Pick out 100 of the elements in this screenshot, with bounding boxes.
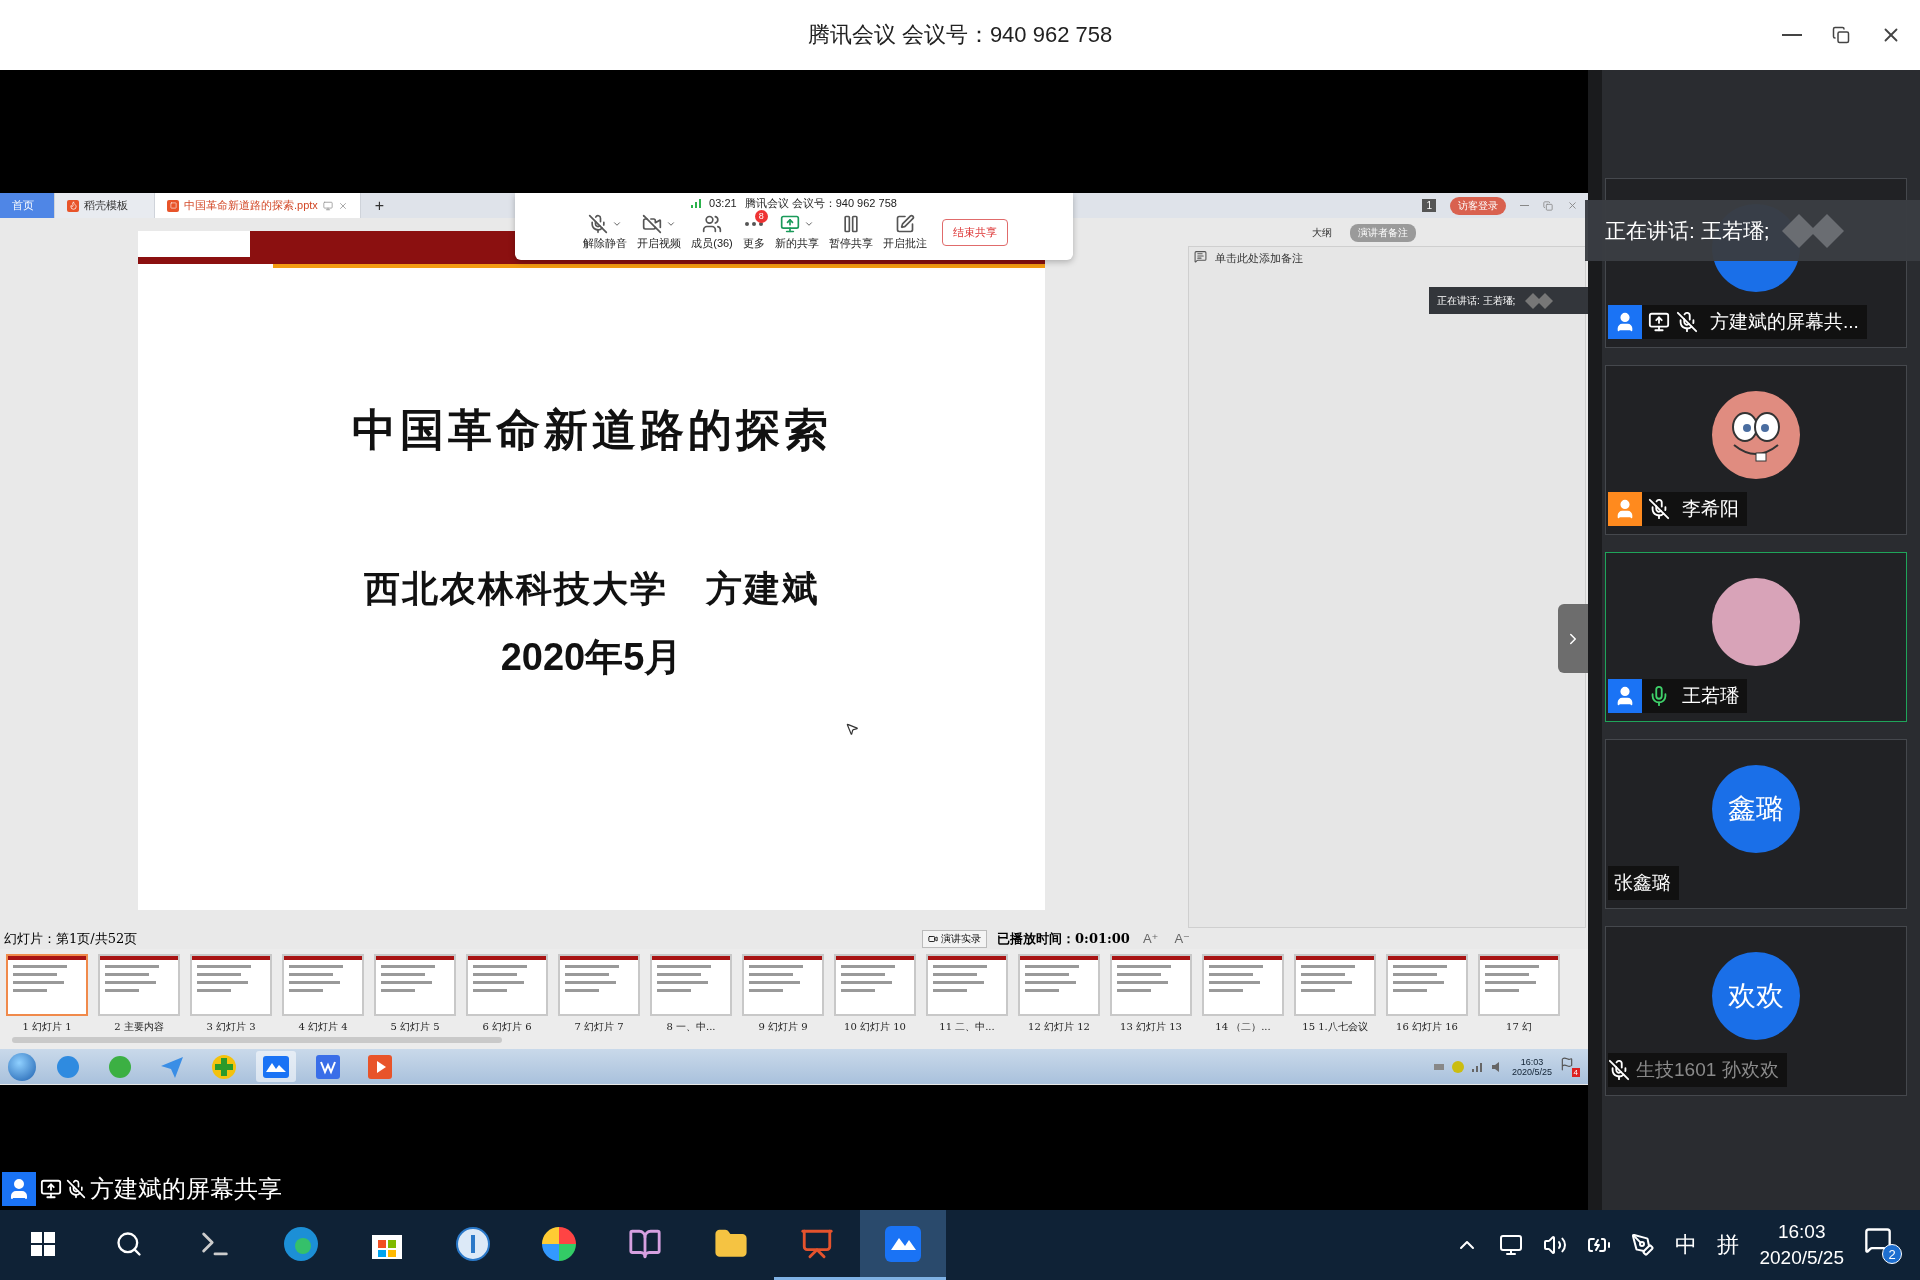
- toolbar-button[interactable]: 新的共享: [771, 213, 822, 251]
- close-icon: [337, 200, 348, 211]
- thumbnail-label: 10 幻灯片 10: [844, 1020, 906, 1034]
- participant-tile[interactable]: 鑫璐 张鑫璐: [1605, 739, 1907, 909]
- slide-thumbnail[interactable]: [98, 954, 180, 1016]
- user-badge-icon: [2, 1172, 36, 1206]
- slide-thumbnail[interactable]: [1018, 954, 1100, 1016]
- avatar-initials: 欢欢: [1728, 979, 1784, 1013]
- camera-off-icon: [642, 214, 663, 234]
- notes-tab[interactable]: 大纲: [1304, 224, 1340, 242]
- slide-thumbnail[interactable]: [374, 954, 456, 1016]
- flag-icon: [1560, 1056, 1574, 1071]
- toolbar-button[interactable]: 更多 8: [739, 213, 768, 251]
- people-icon: [702, 214, 722, 234]
- slide-thumbnail[interactable]: [650, 954, 732, 1016]
- elapsed-time: 已播放时间：0:01:00: [997, 929, 1130, 948]
- new-tab-button[interactable]: +: [360, 193, 399, 218]
- thumbnail-label: 9 幻灯片 9: [758, 1020, 808, 1034]
- slide-thumbnail[interactable]: [1386, 954, 1468, 1016]
- slide-thumbnail[interactable]: [742, 954, 824, 1016]
- network-icon[interactable]: [1499, 1233, 1524, 1257]
- slide-thumbnail[interactable]: [926, 954, 1008, 1016]
- slide-thumbnail[interactable]: [6, 954, 88, 1016]
- taskbar-app[interactable]: [860, 1210, 946, 1280]
- participant-tile[interactable]: 欢欢 生技1601 孙欢欢: [1605, 926, 1907, 1096]
- slide-title: 中国革命新道路的探索: [351, 403, 832, 457]
- diamond-icon: [1781, 213, 1846, 248]
- clock-time: 16:03: [1520, 1056, 1544, 1067]
- mic-muted-icon: [66, 1179, 86, 1199]
- record-button[interactable]: 演讲实录: [922, 929, 988, 948]
- end-share-button[interactable]: 结束共享: [941, 218, 1008, 246]
- thumbnail-label: 12 幻灯片 12: [1028, 1020, 1090, 1034]
- thumbnail-label: 16 幻灯片 16: [1396, 1020, 1458, 1034]
- thumbnail-label: 1 幻灯片 1: [22, 1020, 72, 1034]
- start-orb[interactable]: [8, 1052, 36, 1081]
- input-language[interactable]: 中: [1675, 1230, 1698, 1260]
- more-icon: [743, 221, 764, 227]
- pinwheel-icon: [541, 1225, 577, 1262]
- input-mode[interactable]: 拼: [1717, 1230, 1740, 1260]
- cursor-icon: [845, 722, 859, 736]
- toolbar-button[interactable]: 暂停共享: [825, 213, 876, 251]
- notifications-button[interactable]: 2: [1864, 1226, 1902, 1264]
- participant-tile[interactable]: 王若璠: [1605, 552, 1907, 722]
- action-center-button[interactable]: 4: [1560, 1056, 1580, 1077]
- thumbnail-label: 13 幻灯片 13: [1120, 1020, 1182, 1034]
- toolbar-button[interactable]: 开启视频: [634, 213, 685, 251]
- comment-icon: [1194, 250, 1207, 263]
- pen-icon[interactable]: [1631, 1233, 1656, 1257]
- meeting-info: 腾讯会议 会议号：940 962 758: [744, 195, 897, 211]
- participant-name: 李希阳: [1681, 497, 1739, 521]
- font-increase-button[interactable]: A⁺: [1139, 931, 1162, 946]
- minimize-icon: [1782, 34, 1802, 36]
- slide-thumbnail[interactable]: [558, 954, 640, 1016]
- document-tab[interactable]: 中国革命新道路的探索.pptx: [155, 193, 361, 218]
- signal-icon: [691, 198, 702, 208]
- slide-thumbnail[interactable]: [1294, 954, 1376, 1016]
- notification-count: 4: [1571, 1067, 1580, 1077]
- diamond-icon: [1525, 292, 1556, 309]
- document-tab[interactable]: 稻壳模板: [55, 193, 155, 218]
- document-tab[interactable]: 首页: [0, 193, 55, 218]
- toolbar-button[interactable]: 成员(36): [688, 213, 736, 251]
- speaking-text: 正在讲话: 王若璠;: [1605, 217, 1770, 244]
- expand-handle[interactable]: [1558, 604, 1588, 673]
- page-count: 1: [1422, 199, 1436, 212]
- meeting-app-icon[interactable]: [256, 1051, 296, 1082]
- thumbnail-label: 7 幻灯片 7: [574, 1020, 624, 1034]
- participant-name: 张鑫璐: [1613, 871, 1671, 895]
- screen-share-icon: [40, 1178, 62, 1200]
- camera-icon: [928, 933, 939, 944]
- flame-icon: [67, 199, 79, 212]
- slide-thumbnail[interactable]: [190, 954, 272, 1016]
- thumbnail-label: 3 幻灯片 3: [206, 1020, 256, 1034]
- number-badge-icon: [456, 1226, 490, 1261]
- thumbnail-label: 17 幻: [1506, 1020, 1532, 1034]
- close-icon: [1567, 200, 1578, 211]
- slide-thumbnail[interactable]: [466, 954, 548, 1016]
- slide-author: 西北农林科技大学 方建斌: [363, 566, 820, 611]
- notification-badge: 8: [754, 210, 768, 223]
- clock-date: 2020/5/25: [1511, 1066, 1552, 1077]
- thumbnail-label: 11 二、中...: [939, 1020, 995, 1034]
- toolbar-button[interactable]: 开启批注: [879, 213, 930, 251]
- slide-thumbnail[interactable]: [834, 954, 916, 1016]
- thumbnail-label: 8 一、中...: [666, 1020, 716, 1034]
- slide-thumbnail[interactable]: [1202, 954, 1284, 1016]
- participant-name: 王若璠: [1681, 684, 1739, 708]
- notification-count: 2: [1882, 1244, 1902, 1264]
- toolbar-button[interactable]: 解除静音: [580, 213, 631, 251]
- participant-tile[interactable]: 李希阳: [1605, 365, 1907, 535]
- slide-thumbnail[interactable]: [282, 954, 364, 1016]
- font-decrease-button[interactable]: A⁻: [1171, 931, 1193, 946]
- meeting-app-icon: [885, 1225, 921, 1262]
- mic-off-icon: [588, 214, 609, 234]
- guest-login-button[interactable]: 访客登录: [1450, 196, 1506, 215]
- clock-date: 2020/5/25: [1759, 1247, 1844, 1269]
- thumbnail-label: 2 主要内容: [114, 1020, 164, 1034]
- slide-thumbnail[interactable]: [1478, 954, 1560, 1016]
- annotate-icon: [894, 214, 915, 234]
- slide-date: 2020年5月: [500, 635, 683, 680]
- slide-thumbnail[interactable]: [1110, 954, 1192, 1016]
- volume-icon[interactable]: [1543, 1233, 1568, 1257]
